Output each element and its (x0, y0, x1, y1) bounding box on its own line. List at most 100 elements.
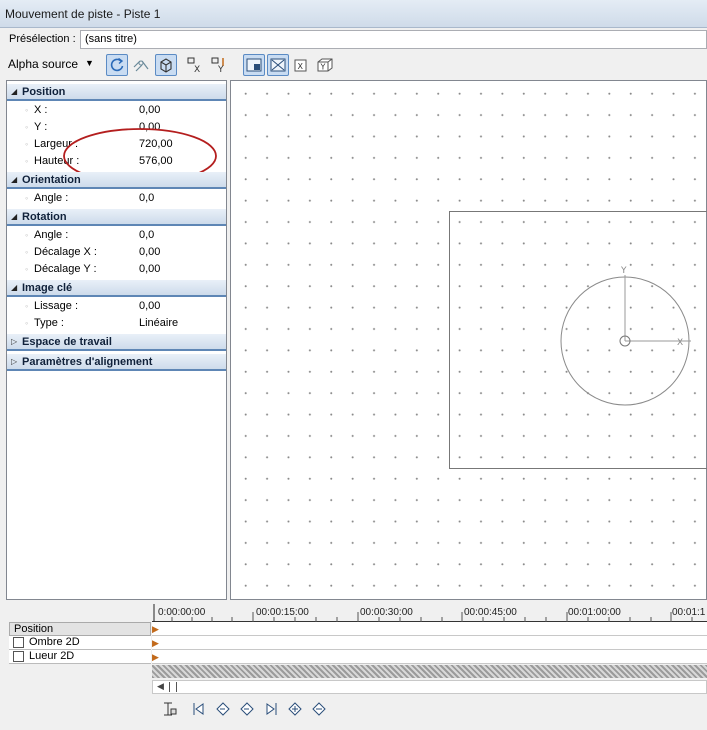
section-title: Espace de travail (22, 336, 112, 348)
section-title: Orientation (22, 174, 81, 186)
bullet-icon: ◦ (25, 122, 29, 132)
snap-icon[interactable] (130, 54, 152, 76)
bullet-icon: ◦ (25, 318, 29, 328)
prop-offset-y[interactable]: ◦ Décalage Y : 0,00 (7, 261, 226, 278)
3d-box-icon[interactable] (155, 54, 177, 76)
prop-value[interactable]: 0,00 (139, 102, 160, 119)
section-rotation[interactable]: ◢ Rotation (7, 209, 226, 226)
checkbox[interactable] (13, 651, 24, 662)
expand-triangle-icon[interactable]: ◢ (11, 209, 17, 225)
track-lane-position[interactable]: ▶ (152, 622, 707, 636)
section-title: Paramètres d'alignement (22, 356, 153, 368)
ruler-label: 00:00:45:00 (464, 607, 517, 618)
prop-value[interactable]: 0,00 (139, 261, 160, 278)
prop-label: Angle : (34, 192, 69, 204)
expand-triangle-icon[interactable]: ◢ (11, 172, 17, 188)
section-orientation[interactable]: ◢ Orientation (7, 172, 226, 189)
alpha-source-label[interactable]: Alpha source (8, 57, 78, 71)
first-keyframe-icon[interactable] (189, 699, 209, 719)
prop-label: Lissage : (34, 300, 79, 312)
track-lueur-2d[interactable]: Lueur 2D (9, 650, 151, 664)
collapse-triangle-icon[interactable]: ▷ (11, 334, 17, 350)
toolbar: Alpha source ▼ X Y X Y (0, 52, 707, 78)
window-title: Mouvement de piste - Piste 1 (0, 0, 707, 28)
prop-label: Y : (34, 121, 48, 133)
track-label: Ombre 2D (29, 636, 80, 648)
prop-label: Type : (34, 317, 64, 329)
timeline: Position Ombre 2D Lueur 2D 0:00:00:00 00… (6, 604, 707, 724)
prop-value[interactable]: 0,0 (139, 190, 154, 207)
ruler-label: 00:00:15:00 (256, 607, 309, 618)
properties-panel: ◢ Position ◦ X : 0,00 ◦ Y : 0,00 ◦ Large… (6, 80, 227, 600)
prop-orientation-angle[interactable]: ◦ Angle : 0,0 (7, 190, 226, 207)
track-lane-lueur[interactable]: ▶ (152, 650, 707, 664)
track-label: Lueur 2D (29, 650, 75, 662)
preset-row: Présélection : (sans titre) (0, 29, 707, 51)
expand-triangle-icon[interactable]: ◢ (11, 84, 17, 100)
scroll-left-icon[interactable]: ◀ (157, 681, 164, 692)
y-axis-label: Y (620, 266, 627, 276)
track-lane-ombre[interactable]: ▶ (152, 636, 707, 650)
keyframe-marker-icon[interactable]: ▶ (152, 624, 159, 635)
keyframe-marker-icon[interactable]: ▶ (152, 638, 159, 649)
x-axis-label: X (677, 338, 683, 348)
prev-keyframe-icon[interactable] (213, 699, 233, 719)
prop-value[interactable]: 0,00 (139, 298, 160, 315)
prop-label: Angle : (34, 229, 69, 241)
section-workspace[interactable]: ▷ Espace de travail (7, 334, 226, 351)
section-alignment[interactable]: ▷ Paramètres d'alignement (7, 354, 226, 371)
y-axis-icon[interactable]: Y (314, 54, 336, 76)
section-title: Position (22, 86, 66, 98)
preview-canvas[interactable]: Y X (230, 80, 707, 600)
horizontal-scrollbar[interactable]: ◀ (152, 680, 707, 694)
bullet-icon: ◦ (25, 247, 29, 257)
expand-triangle-icon[interactable]: ◢ (11, 280, 17, 296)
timeline-header: Position (9, 622, 151, 636)
keyframe-marker-icon[interactable]: ▶ (152, 652, 159, 663)
svg-text:X: X (298, 62, 304, 71)
prop-x[interactable]: ◦ X : 0,00 (7, 102, 226, 119)
prop-value[interactable]: 0,0 (139, 227, 154, 244)
prop-value[interactable]: Linéaire (139, 315, 178, 332)
x-axis-icon[interactable]: X (290, 54, 312, 76)
view-mode-1-icon[interactable] (243, 54, 265, 76)
svg-text:Y: Y (320, 63, 326, 72)
prop-label: Décalage X : (34, 246, 97, 258)
prop-offset-x[interactable]: ◦ Décalage X : 0,00 (7, 244, 226, 261)
ruler-label: 0:00:00:00 (158, 607, 206, 618)
ruler-ticks (153, 604, 693, 622)
lock-x-icon[interactable]: X (184, 54, 206, 76)
rotation-gizmo[interactable]: Y X (551, 261, 691, 411)
section-title: Rotation (22, 211, 67, 223)
next-keyframe-icon[interactable] (237, 699, 257, 719)
checkbox[interactable] (13, 637, 24, 648)
sync-cursor-icon[interactable] (160, 699, 180, 719)
ruler-label: 00:00:30:00 (360, 607, 413, 618)
section-title: Image clé (22, 282, 73, 294)
bullet-icon: ◦ (25, 301, 29, 311)
rotate-icon[interactable] (106, 54, 128, 76)
section-keyframe[interactable]: ◢ Image clé (7, 280, 226, 297)
prop-value[interactable]: 0,00 (139, 244, 160, 261)
preset-dropdown[interactable]: (sans titre) (80, 30, 707, 49)
prop-rotation-angle[interactable]: ◦ Angle : 0,0 (7, 227, 226, 244)
preset-label: Présélection : (9, 33, 76, 45)
time-ruler[interactable]: 0:00:00:00 00:00:15:00 00:00:30:00 00:00… (152, 604, 707, 622)
prop-type[interactable]: ◦ Type : Linéaire (7, 315, 226, 332)
section-position[interactable]: ◢ Position (7, 84, 226, 101)
bullet-icon: ◦ (25, 230, 29, 240)
prop-label: Décalage Y : (34, 263, 97, 275)
view-mode-2-icon[interactable] (267, 54, 289, 76)
remove-keyframe-icon[interactable] (309, 699, 329, 719)
svg-text:X: X (194, 65, 200, 74)
track-ombre-2d[interactable]: Ombre 2D (9, 636, 151, 650)
scroll-thumb[interactable] (169, 682, 177, 692)
prop-smooth[interactable]: ◦ Lissage : 0,00 (7, 298, 226, 315)
last-keyframe-icon[interactable] (261, 699, 281, 719)
collapse-triangle-icon[interactable]: ▷ (11, 354, 17, 370)
lock-y-icon[interactable]: Y (208, 54, 230, 76)
svg-text:Y: Y (217, 65, 224, 74)
add-keyframe-icon[interactable] (285, 699, 305, 719)
ruler-label: 00:01:1 (672, 607, 706, 618)
chevron-down-icon[interactable]: ▼ (85, 58, 94, 68)
